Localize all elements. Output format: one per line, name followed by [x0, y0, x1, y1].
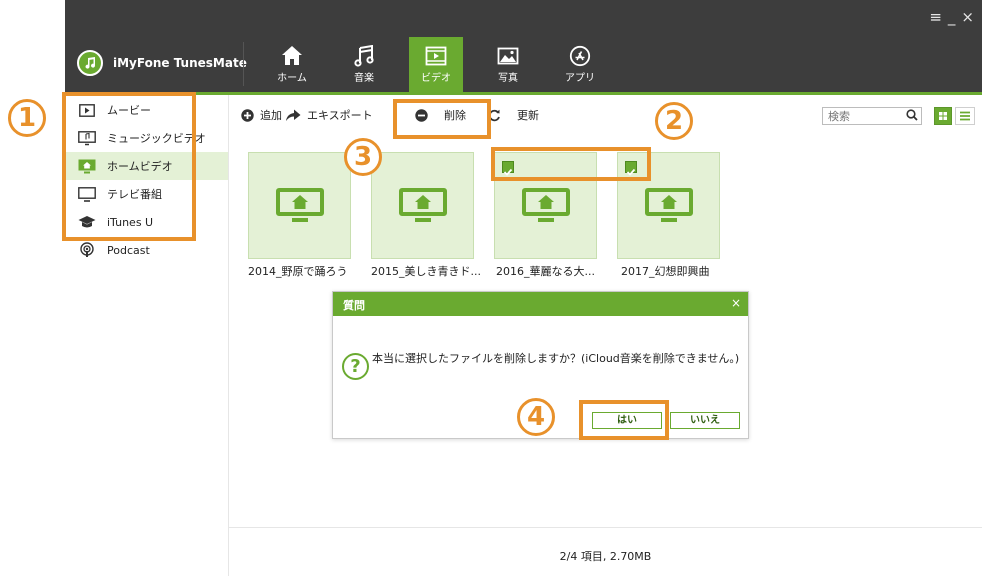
- annotation-number: 3: [344, 138, 382, 176]
- export-button[interactable]: エキスポート: [285, 107, 373, 123]
- export-label: エキスポート: [307, 109, 373, 122]
- video-title: 2016_華麗なる大...: [496, 265, 595, 278]
- grid-icon: [939, 112, 947, 120]
- home-video-icon: [399, 188, 447, 222]
- tab-apps[interactable]: アプリ: [553, 37, 607, 92]
- home-video-icon: [276, 188, 324, 222]
- home-icon: [282, 46, 302, 65]
- home-video-icon: [522, 188, 570, 222]
- menu-button[interactable]: ≡: [929, 10, 942, 25]
- sidebar-item-podcast[interactable]: Podcast: [65, 236, 228, 264]
- dialog-close-button[interactable]: ×: [731, 296, 741, 310]
- video-thumbnail[interactable]: [371, 152, 474, 259]
- delete-button[interactable]: 削除: [415, 107, 466, 123]
- sidebar-divider: [228, 95, 229, 576]
- minus-circle-icon: [415, 108, 428, 122]
- video-thumbnail[interactable]: [617, 152, 720, 259]
- delete-label: 削除: [444, 109, 466, 122]
- app-title: iMyFone TunesMate: [113, 56, 247, 70]
- sidebar-item-label: Podcast: [107, 243, 150, 257]
- search-icon[interactable]: [906, 109, 918, 121]
- annotation-number: 2: [655, 102, 693, 140]
- yes-button[interactable]: はい: [592, 412, 662, 429]
- music-video-icon: [77, 130, 97, 146]
- tab-music-label: 音楽: [354, 73, 374, 84]
- app-window: ≡ _ × iMyFone TunesMate ホーム 音楽 ビデオ 写真 アプ…: [0, 0, 982, 576]
- app-store-icon: [569, 45, 591, 67]
- app-brand: iMyFone TunesMate: [77, 50, 247, 76]
- title-bar: ≡ _ × iMyFone TunesMate ホーム 音楽 ビデオ 写真 アプ…: [65, 0, 982, 92]
- check-icon: [503, 168, 513, 176]
- sidebar-item-music-videos[interactable]: ミュージックビデオ: [65, 124, 228, 152]
- sidebar-item-label: ムービー: [107, 104, 151, 117]
- add-button[interactable]: 追加: [241, 107, 282, 123]
- dialog-message: 本当に選択したファイルを削除しますか？(iCloud音楽を削除できません。): [372, 352, 740, 365]
- check-icon: [626, 168, 636, 176]
- window-controls: ≡ _ ×: [929, 10, 974, 25]
- dialog-title: 質問: [343, 299, 365, 312]
- tab-music[interactable]: 音楽: [337, 37, 391, 92]
- status-divider: [229, 527, 982, 528]
- selected-checkbox[interactable]: [625, 161, 637, 176]
- tab-home-label: ホーム: [277, 73, 307, 84]
- refresh-button[interactable]: 更新: [488, 107, 539, 123]
- sidebar-item-home-videos[interactable]: ホームビデオ: [65, 152, 228, 180]
- sidebar-item-tv-shows[interactable]: テレビ番組: [65, 180, 228, 208]
- music-icon: [354, 45, 374, 67]
- status-summary: 2/4 項目, 2.70MB: [559, 550, 652, 563]
- list-view-button[interactable]: [955, 107, 975, 125]
- home-video-icon: [77, 158, 97, 174]
- video-icon: [425, 46, 447, 66]
- selected-checkbox[interactable]: [502, 161, 514, 176]
- title-divider: [243, 42, 244, 86]
- movie-icon: [77, 102, 97, 118]
- toolbar: 追加 エキスポート 削除 更新: [229, 95, 982, 135]
- tv-icon: [77, 186, 97, 202]
- annotation-number: 1: [8, 99, 46, 137]
- home-video-icon: [645, 188, 693, 222]
- sidebar-item-label: ミュージックビデオ: [107, 132, 206, 145]
- tab-photos-label: 写真: [498, 73, 518, 84]
- minimize-button[interactable]: _: [948, 10, 956, 25]
- video-title: 2014_野原で踊ろう: [248, 265, 348, 278]
- tab-apps-label: アプリ: [565, 73, 595, 84]
- tab-photos[interactable]: 写真: [481, 37, 535, 92]
- sidebar: ムービー ミュージックビデオ ホームビデオ テレビ番組 iTunes U Pod…: [65, 95, 228, 576]
- sidebar-item-label: ホームビデオ: [107, 160, 173, 173]
- podcast-icon: [77, 242, 97, 258]
- tab-video[interactable]: ビデオ: [409, 37, 463, 92]
- photo-icon: [497, 47, 519, 65]
- dialog-header: 質問: [333, 292, 748, 316]
- export-arrow-icon: [286, 109, 301, 121]
- video-title: 2017_幻想即興曲: [621, 265, 710, 278]
- plus-circle-icon: [241, 108, 254, 122]
- graduation-cap-icon: [77, 214, 97, 230]
- question-icon: ?: [342, 353, 369, 380]
- sidebar-item-label: テレビ番組: [107, 188, 162, 201]
- close-button[interactable]: ×: [961, 10, 974, 25]
- refresh-label: 更新: [517, 109, 539, 122]
- sidebar-item-itunes-u[interactable]: iTunes U: [65, 208, 228, 236]
- tab-video-label: ビデオ: [421, 73, 451, 84]
- video-title: 2015_美しき青きド...: [371, 265, 481, 278]
- list-icon: [960, 111, 970, 121]
- annotation-number: 4: [517, 398, 555, 436]
- tab-home[interactable]: ホーム: [265, 37, 319, 92]
- sidebar-item-label: iTunes U: [107, 215, 154, 229]
- app-logo-icon: [77, 50, 103, 76]
- grid-view-button[interactable]: [934, 107, 952, 125]
- refresh-icon: [488, 109, 500, 121]
- main-nav: ホーム 音楽 ビデオ 写真 アプリ: [265, 37, 625, 92]
- add-label: 追加: [260, 109, 282, 122]
- video-thumbnail[interactable]: [248, 152, 351, 259]
- no-button[interactable]: いいえ: [670, 412, 740, 429]
- video-thumbnail[interactable]: [494, 152, 597, 259]
- sidebar-item-movies[interactable]: ムービー: [65, 96, 228, 124]
